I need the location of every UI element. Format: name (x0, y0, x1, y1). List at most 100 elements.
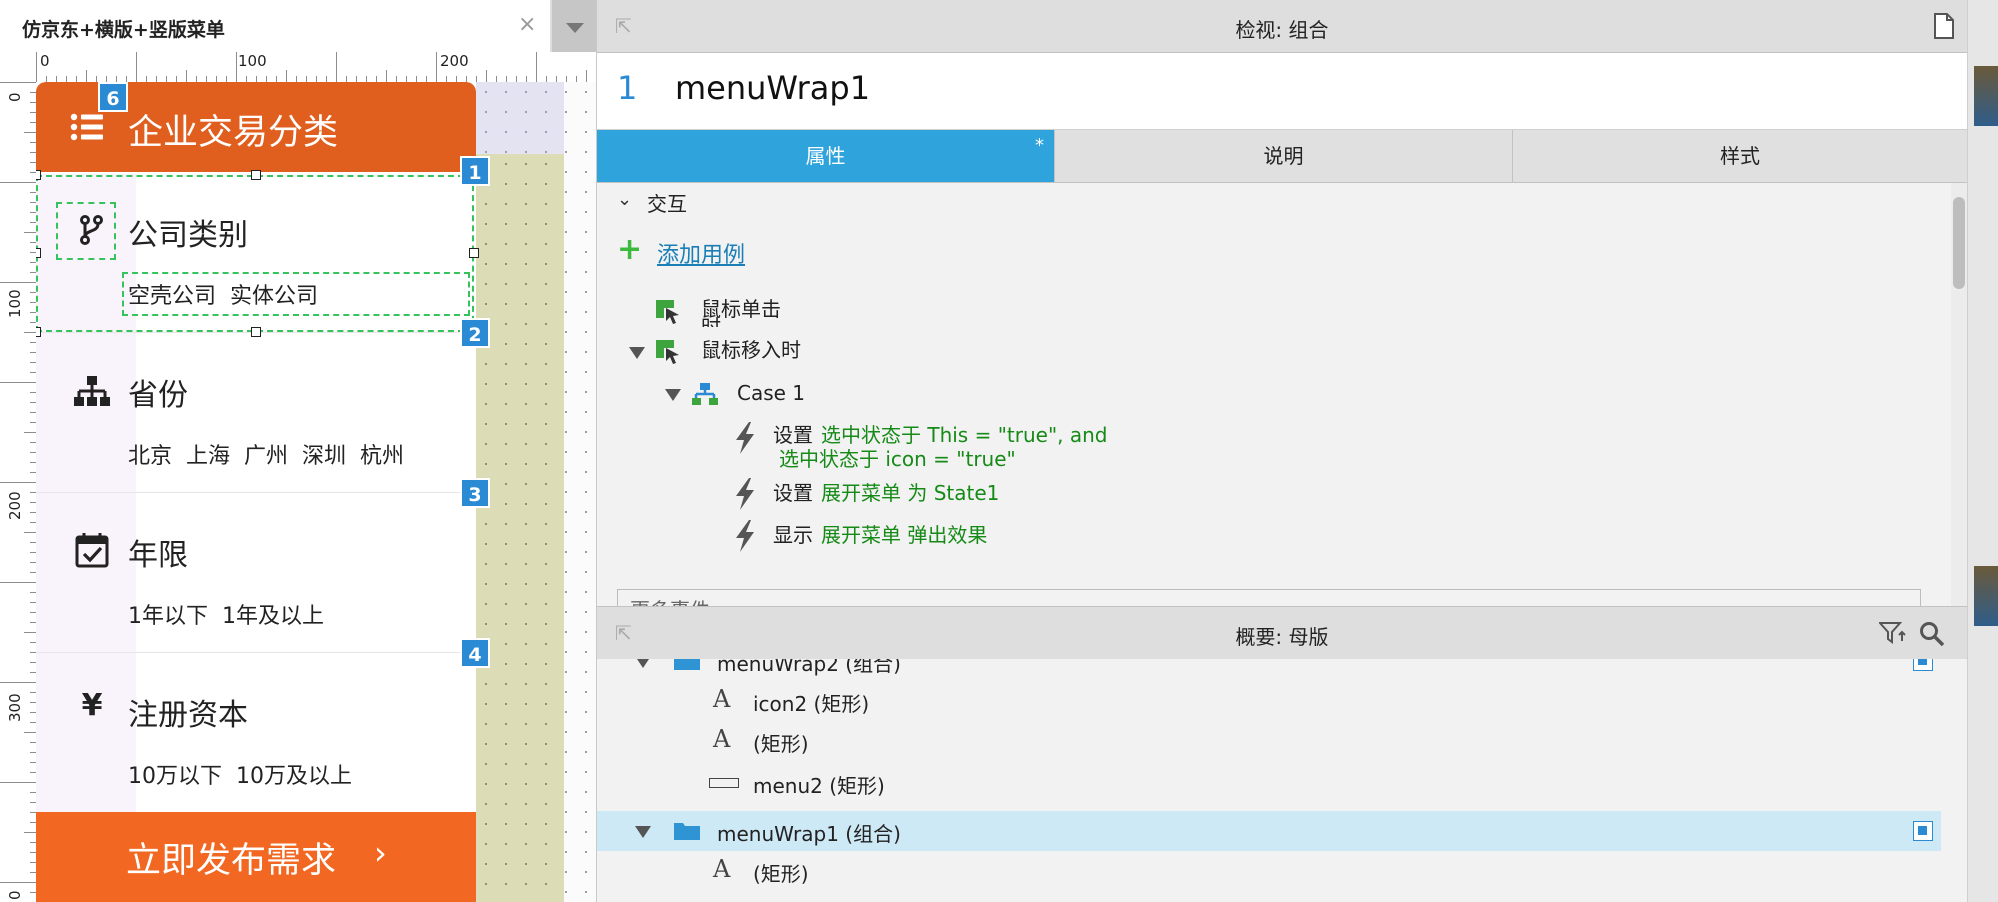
yen-icon: ¥ (81, 688, 103, 723)
icon-selection-outline (56, 202, 116, 260)
side-thumbnail-strip (1967, 0, 1998, 902)
tree-row-label: menuWrap1 (组合) (717, 822, 901, 846)
ruler-tick (136, 52, 137, 82)
interaction-badge[interactable]: 2 (460, 318, 490, 348)
case-label[interactable]: Case 1 (737, 383, 805, 403)
ruler-tick (24, 132, 36, 133)
hierarchy-icon (74, 376, 110, 406)
document-icon[interactable] (1933, 13, 1955, 39)
folder-icon (674, 659, 700, 670)
object-name[interactable]: menuWrap1 (675, 69, 870, 107)
resize-handle[interactable] (251, 327, 261, 337)
tree-row-selected[interactable]: menuWrap1 (组合) (597, 811, 1941, 851)
grid-dots (476, 154, 564, 902)
text-shape-icon: A (713, 725, 731, 753)
ruler-tick (436, 52, 437, 82)
horizontal-ruler[interactable]: 0 100 200 (36, 52, 596, 83)
resize-handle[interactable] (36, 327, 41, 337)
guide-strip (476, 82, 564, 154)
chevron-down-icon (566, 23, 584, 33)
resize-handle[interactable] (469, 248, 479, 258)
section-items-years[interactable]: 1年以下 1年及以上 (128, 598, 324, 630)
action-detail[interactable]: 展开菜单 为 State1 (821, 481, 999, 505)
interaction-badge[interactable]: 3 (460, 478, 490, 508)
filter-icon[interactable] (1879, 621, 1907, 645)
design-canvas[interactable]: 企业交易分类 公司类别 空壳公司 实体公司 省份 北京 上海 广州 深圳 杭州 (36, 82, 596, 902)
tree-row[interactable]: menu2 (矩形) (597, 763, 1941, 803)
section-title-capital: 注册资本 (128, 698, 248, 733)
collapse-triangle-icon[interactable] (629, 347, 645, 359)
ruler-tick (0, 482, 36, 483)
tab-notes[interactable]: 说明 (1055, 130, 1513, 182)
interaction-badge[interactable]: 6 (98, 82, 128, 112)
lightning-bolt-icon (736, 478, 754, 510)
properties-panel: ⌄ 交互 + 添加用例 鼠标单击 时 鼠标移入时 Case 1 设置 (597, 183, 1967, 622)
ruler-tick (0, 382, 36, 383)
ruler-tick (586, 70, 587, 82)
document-tab-title: 仿京东+横版+竖版菜单 (22, 19, 225, 41)
visibility-checkbox[interactable] (1913, 659, 1933, 671)
outline-tree: menuWrap2 (组合) A icon2 (矩形) A (矩形) menu2… (597, 659, 1967, 902)
collapse-triangle-icon[interactable] (635, 659, 651, 668)
ruler-tick (36, 52, 37, 82)
event-label[interactable]: 鼠标移入时 (701, 340, 801, 360)
action-detail[interactable]: 选中状态于 icon = "true" (779, 447, 1016, 471)
visibility-checkbox[interactable] (1913, 821, 1933, 841)
close-tab-icon[interactable]: × (518, 12, 536, 37)
search-icon[interactable] (1919, 621, 1945, 647)
action-verb[interactable]: 设置 (773, 423, 813, 447)
interaction-section-title[interactable]: 交互 (647, 188, 687, 217)
resize-handle[interactable] (251, 170, 261, 180)
resize-handle[interactable] (36, 170, 41, 180)
properties-scroll-thumb[interactable] (1953, 197, 1965, 289)
ruler-tick (0, 282, 36, 283)
publish-request-button[interactable]: 立即发布需求 › (36, 812, 476, 902)
resize-handle[interactable] (36, 248, 41, 258)
section-items-capital[interactable]: 10万以下 10万及以上 (128, 758, 352, 790)
ruler-tick (24, 432, 36, 433)
mouse-click-event-icon (656, 300, 679, 324)
chevron-down-icon[interactable]: ⌄ (617, 189, 632, 210)
tree-row[interactable]: A icon2 (矩形) (597, 681, 1941, 721)
tree-row-label: icon2 (矩形) (753, 692, 870, 716)
action-detail[interactable]: 展开菜单 弹出效果 (821, 523, 987, 547)
ruler-label: 300 (6, 693, 24, 722)
thumbnail[interactable] (1974, 566, 1998, 626)
tree-row[interactable]: A (矩形) (597, 851, 1941, 891)
rectangle-shape-icon (709, 778, 739, 788)
ruler-tick (0, 882, 36, 883)
tree-row-label: (矩形) (753, 732, 809, 756)
collapse-triangle-icon[interactable] (665, 389, 681, 401)
ruler-label: 200 (6, 491, 24, 520)
vertical-ruler[interactable]: 0 100 200 300 0 (0, 82, 37, 902)
text-shape-icon: A (713, 685, 731, 713)
ruler-tick (0, 682, 36, 683)
action-verb[interactable]: 设置 (773, 481, 813, 505)
tab-style[interactable]: 样式 (1513, 130, 1967, 182)
thumbnail[interactable] (1974, 66, 1998, 126)
right-panels: ⇱ 检视: 组合 1 menuWrap1 属性 * 说明 样式 ⌄ 交互 + 添… (597, 0, 1998, 902)
inspector-header: ⇱ 检视: 组合 (597, 0, 1967, 53)
event-label[interactable]: 鼠标单击 (701, 299, 781, 319)
event-label-wrap: 时 (701, 317, 721, 327)
tree-row[interactable]: A (矩形) (597, 721, 1941, 761)
modified-marker: * (1035, 135, 1044, 156)
ruler-label: 0 (40, 52, 50, 70)
collapse-triangle-icon[interactable] (635, 826, 651, 838)
action-detail[interactable]: 选中状态于 This = "true", and (821, 423, 1107, 447)
lightning-bolt-icon (736, 422, 754, 454)
action-verb[interactable]: 显示 (773, 523, 813, 547)
ruler-label: 200 (440, 52, 469, 70)
section-items-province[interactable]: 北京 上海 广州 深圳 杭州 (128, 438, 404, 470)
document-tab[interactable]: 仿京东+横版+竖版菜单 × (0, 0, 550, 52)
mouse-enter-event-icon (656, 340, 679, 364)
interaction-badge[interactable]: 4 (460, 638, 490, 668)
ruler-tick (24, 732, 36, 733)
interaction-badge[interactable]: 1 (460, 156, 490, 186)
add-case-link[interactable]: 添加用例 (657, 237, 745, 269)
add-icon[interactable]: + (617, 235, 642, 265)
tab-properties[interactable]: 属性 * (597, 130, 1055, 182)
ruler-tick (0, 82, 36, 83)
object-name-row[interactable]: 1 menuWrap1 (597, 53, 1967, 130)
tree-row[interactable]: menuWrap2 (组合) (597, 659, 1941, 681)
